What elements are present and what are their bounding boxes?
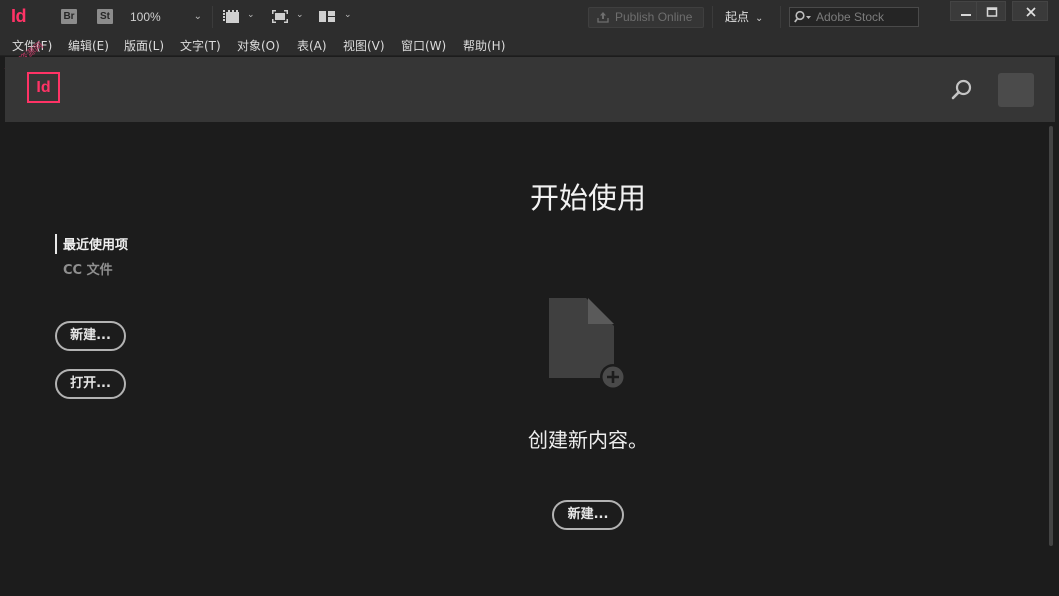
start-screen-main: 最近使用项 CC 文件 新建... 打开... 开始使用 创建新内容。 新建..…	[5, 122, 1055, 592]
bridge-button[interactable]: Br	[61, 9, 77, 24]
chevron-down-icon: ⌄	[755, 13, 764, 24]
adobe-stock-search-input[interactable]: Adobe Stock	[789, 7, 919, 27]
menu-bar: 文件(F) 编辑(E) 版面(L) 文字(T) 对象(O) 表(A) 视图(V)…	[0, 34, 1059, 56]
indesign-app-logo: Id	[11, 6, 27, 26]
publish-online-button[interactable]: Publish Online	[588, 7, 704, 28]
publish-upload-icon	[597, 12, 609, 23]
maximize-icon	[986, 7, 998, 17]
new-button[interactable]: 新建...	[55, 321, 126, 351]
menu-table[interactable]: 表(A)	[297, 37, 327, 54]
menu-edit[interactable]: 编辑(E)	[68, 37, 109, 54]
workspace-switcher[interactable]: 起点 ⌄	[725, 7, 763, 29]
chevron-down-icon: ⌄	[296, 10, 304, 20]
sidebar-item-recent[interactable]: 最近使用项	[55, 234, 128, 254]
stock-button[interactable]: St	[97, 9, 113, 24]
toolbar-divider	[712, 6, 713, 28]
menu-layout[interactable]: 版面(L)	[124, 37, 164, 54]
workspace-label: 起点	[725, 10, 750, 24]
toolbar-divider	[212, 6, 213, 28]
indesign-logo: Id	[27, 72, 60, 103]
close-icon	[1026, 7, 1036, 17]
close-button[interactable]	[1012, 1, 1048, 21]
screen-mode-icon	[272, 10, 288, 23]
zoom-level-dropdown[interactable]: 100% ⌄	[122, 6, 208, 28]
publish-online-label: Publish Online	[615, 10, 693, 24]
search-placeholder: Adobe Stock	[816, 10, 885, 24]
start-screen-header: Id	[5, 57, 1055, 122]
menu-window[interactable]: 窗口(W)	[401, 37, 446, 54]
sidebar-item-cc-files[interactable]: CC 文件	[55, 259, 128, 279]
view-options-icon	[223, 10, 239, 23]
minimize-icon	[961, 14, 971, 16]
search-icon[interactable]	[950, 78, 974, 102]
arrange-documents-icon	[319, 11, 335, 22]
menu-view[interactable]: 视图(V)	[343, 37, 385, 54]
maximize-button[interactable]	[976, 1, 1006, 21]
chevron-down-icon: ⌄	[344, 10, 352, 20]
zoom-level-value: 100%	[130, 10, 161, 24]
application-bar: Id Br St 100% ⌄ ⌄ ⌄ ⌄ Publish Online 起点 …	[0, 0, 1059, 34]
menu-object[interactable]: 对象(O)	[237, 37, 280, 54]
menu-help[interactable]: 帮助(H)	[463, 37, 505, 54]
sidebar-nav: 最近使用项 CC 文件	[55, 234, 128, 284]
open-button[interactable]: 打开...	[55, 369, 126, 399]
toolbar-divider	[780, 6, 781, 28]
chevron-down-icon: ⌄	[193, 11, 202, 22]
new-document-button[interactable]: 新建...	[552, 500, 624, 530]
page-title: 开始使用	[529, 181, 646, 215]
search-icon	[794, 10, 811, 23]
create-new-content-text: 创建新内容。	[528, 428, 648, 452]
avatar[interactable]	[998, 73, 1034, 107]
chevron-down-icon: ⌄	[247, 10, 255, 20]
menu-type[interactable]: 文字(T)	[180, 37, 221, 54]
new-document-icon	[549, 298, 626, 390]
